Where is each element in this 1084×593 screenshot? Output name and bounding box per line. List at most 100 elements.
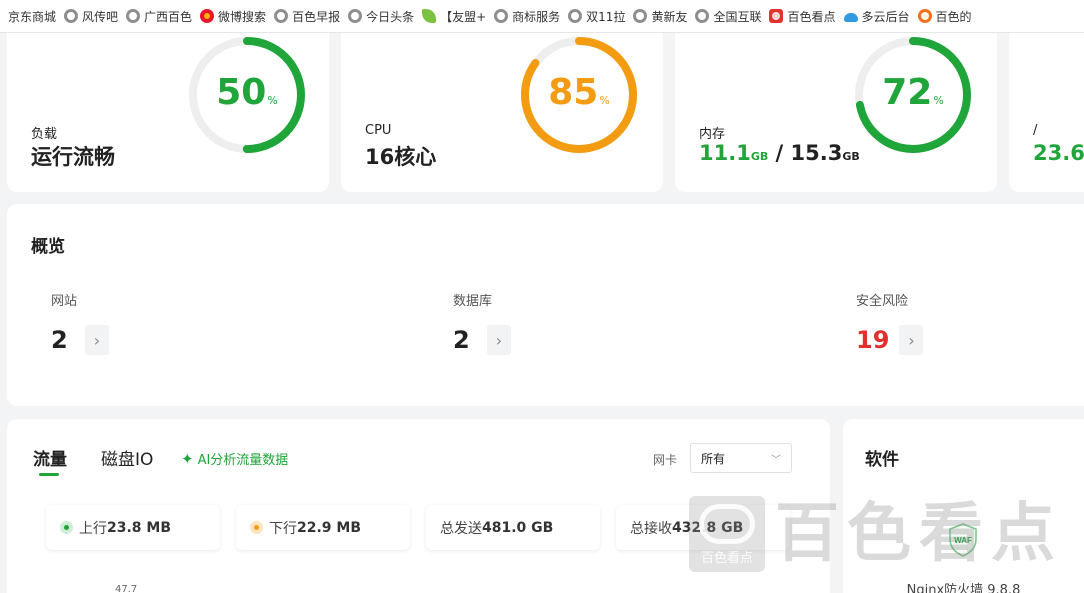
- memory-percent: 72: [882, 72, 933, 113]
- download-label: 下行: [269, 520, 297, 537]
- nic-label: 网卡: [653, 453, 678, 467]
- bookmark-label: 百色看点: [787, 9, 836, 24]
- ai-analyze-traffic-link[interactable]: ✦ AI分析流量数据: [181, 449, 289, 469]
- globe-icon: [568, 9, 583, 23]
- chevron-right-icon[interactable]: ›: [487, 325, 511, 355]
- bookmark-label: 百色早报: [292, 9, 341, 24]
- globe-icon: [274, 9, 289, 23]
- bookmark-label: 双11拉: [586, 9, 626, 24]
- overview-panel: 概览 网站 2 › 数据库 2 › 安全风险 19 ›: [7, 204, 1084, 406]
- load-card[interactable]: 50% 负载 运行流畅: [7, 33, 329, 192]
- traffic-chart-y-tick: 47.7: [115, 584, 138, 593]
- total-sent-label: 总发送: [440, 520, 482, 537]
- cpu-percent: 85: [548, 72, 599, 113]
- sites-label: 网站: [51, 294, 78, 309]
- bookmark-item[interactable]: 风传吧: [64, 6, 118, 26]
- shield-icon[interactable]: WAF: [948, 523, 978, 557]
- upload-value: 23.8 MB: [107, 519, 172, 536]
- bookmark-item[interactable]: 双11拉: [568, 6, 625, 26]
- bookmark-label: 微博搜索: [218, 9, 267, 24]
- load-percent: 50: [216, 72, 267, 113]
- weibo-icon: [200, 9, 215, 23]
- globe-icon: [348, 9, 363, 23]
- load-label: 负载: [31, 127, 58, 142]
- memory-usage: 11.1GB / 15.3GB: [699, 141, 860, 165]
- bookmark-item[interactable]: 多云后台: [843, 6, 910, 26]
- bookmarks-bar: 京东商城 风传吧 广西百色 微博搜索 百色早报 今日头条 【友盟+ 商标服务 双11拉 黄新友 全国…: [0, 0, 1084, 33]
- globe-icon: [494, 9, 509, 23]
- traffic-panel: 流量 磁盘IO ✦ AI分析流量数据 网卡 所有 ﹀ 上行 23.8 MB 下行 22…: [7, 419, 830, 593]
- bookmark-item[interactable]: 京东商城: [8, 6, 56, 26]
- bookmark-label: 百色的: [935, 9, 972, 24]
- ai-analyze-traffic-label: AI分析流量数据: [197, 453, 289, 468]
- memory-card[interactable]: 72% 内存 11.1GB / 15.3GB: [675, 33, 997, 192]
- total-sent-stat: 总发送 481.0 GB: [426, 505, 600, 550]
- bookmark-label: 【友盟+: [440, 9, 487, 24]
- overview-sites[interactable]: 网站 2 ›: [51, 290, 109, 355]
- bookmark-item[interactable]: 百色的: [917, 6, 972, 26]
- cloud-icon: [843, 13, 858, 22]
- bookmark-item[interactable]: 今日头条: [348, 6, 414, 26]
- globe-icon: [126, 9, 141, 23]
- bookmark-item[interactable]: 【友盟+: [422, 6, 486, 26]
- memory-percent-unit: %: [933, 94, 944, 107]
- memory-used: 11.1: [699, 141, 751, 165]
- memory-label: 内存: [699, 127, 726, 142]
- bookmark-item[interactable]: 广西百色: [126, 6, 192, 26]
- memory-used-unit: GB: [750, 150, 769, 163]
- disk-label: /: [1033, 123, 1038, 138]
- databases-count[interactable]: 2: [453, 326, 477, 354]
- bookmark-item[interactable]: 百色看点: [769, 6, 836, 26]
- cpu-percent-unit: %: [599, 94, 610, 107]
- software-item-nginx-waf[interactable]: Nginx防火墙 9.8.8: [843, 579, 1084, 593]
- nic-select[interactable]: 所有 ﹀: [690, 443, 792, 473]
- databases-label: 数据库: [453, 294, 493, 309]
- bookmark-item[interactable]: 全国互联: [695, 6, 761, 26]
- bookmark-item[interactable]: 百色早报: [274, 6, 340, 26]
- overview-security-risks[interactable]: 安全风险 19 ›: [856, 290, 924, 355]
- bookmark-label: 风传吧: [82, 9, 119, 24]
- bookmark-item[interactable]: 黄新友: [633, 6, 687, 26]
- chevron-right-icon[interactable]: ›: [85, 325, 109, 355]
- cpu-card[interactable]: 85% CPU 16核心: [341, 33, 663, 192]
- nic-selected-value: 所有: [701, 451, 726, 466]
- load-percent-unit: %: [267, 94, 278, 107]
- globe-icon: [64, 9, 79, 23]
- bookmark-label: 商标服务: [512, 9, 561, 24]
- globe-icon: [633, 9, 648, 23]
- total-sent-value: 481.0 GB: [482, 519, 554, 536]
- memory-separator: /: [768, 141, 791, 165]
- bookmark-label: 黄新友: [651, 9, 688, 24]
- cpu-label: CPU: [365, 123, 392, 138]
- leaf-icon: [422, 9, 437, 23]
- security-risks-count[interactable]: 19: [856, 326, 889, 354]
- cpu-gauge: 85%: [517, 33, 641, 157]
- waf-badge-text: WAF: [954, 536, 972, 545]
- bookmark-label: 今日头条: [366, 9, 415, 24]
- software-title: 软件: [865, 450, 899, 470]
- total-received-value: 432.8 GB: [672, 519, 744, 536]
- red-icon: [769, 9, 784, 23]
- tab-traffic[interactable]: 流量: [33, 445, 67, 470]
- disk-used: 23.6: [1033, 141, 1084, 165]
- sites-count[interactable]: 2: [51, 326, 75, 354]
- cpu-cores: 16核心: [365, 145, 437, 169]
- bookmark-label: 全国互联: [713, 9, 762, 24]
- upload-label: 上行: [79, 520, 107, 537]
- overview-databases[interactable]: 数据库 2 ›: [453, 290, 511, 355]
- upload-stat: 上行 23.8 MB: [46, 505, 220, 550]
- software-panel: 软件 WAF Nginx防火墙 9.8.8: [843, 419, 1084, 593]
- load-gauge: 50%: [185, 33, 309, 157]
- chevron-right-icon[interactable]: ›: [899, 325, 924, 355]
- total-received-stat: 总接收 432.8 GB: [616, 505, 790, 550]
- overview-title: 概览: [31, 237, 65, 257]
- tab-disk-io[interactable]: 磁盘IO: [101, 445, 153, 470]
- memory-total: 15.3: [790, 141, 843, 165]
- bookmark-item[interactable]: 微博搜索: [200, 6, 266, 26]
- bookmark-item[interactable]: 商标服务: [494, 6, 560, 26]
- download-value: 22.9 MB: [297, 519, 362, 536]
- upload-dot-icon: [60, 521, 73, 534]
- disk-card[interactable]: / 23.6: [1009, 33, 1084, 192]
- chevron-down-icon: ﹀: [771, 454, 781, 466]
- bookmark-label: 多云后台: [861, 9, 910, 24]
